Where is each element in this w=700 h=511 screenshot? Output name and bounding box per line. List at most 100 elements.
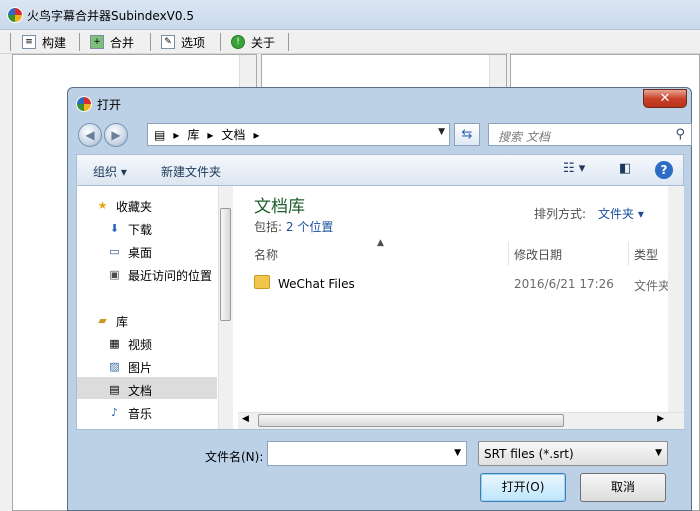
toolbar-separator: [10, 33, 11, 51]
library-title: 文档库: [254, 197, 305, 217]
nav-item-documents[interactable]: ▤ 文档: [107, 380, 152, 400]
address-row: ◀ ▶ ▤ ▸ 库 ▸ 文档 ▸ ▼ ⇆ 搜索 文档 ⚲: [76, 122, 692, 148]
nav-libraries-label: 库: [116, 314, 129, 329]
search-input[interactable]: 搜索 文档 ⚲: [488, 123, 692, 146]
new-folder-button[interactable]: 新建文件夹: [161, 163, 221, 180]
file-name: WeChat Files: [278, 277, 355, 291]
open-button[interactable]: 打开(O): [480, 473, 566, 502]
nav-favorites-label: 收藏夹: [116, 199, 153, 214]
about-button[interactable]: ! 关于: [227, 32, 279, 52]
breadcrumb-libraries[interactable]: 库: [187, 126, 199, 143]
file-type-filter[interactable]: SRT files (*.srt) ▼: [478, 441, 668, 466]
nav-item-pictures[interactable]: ▨ 图片: [107, 357, 152, 377]
open-file-dialog: 打开 ✕ ◀ ▶ ▤ ▸ 库 ▸ 文档 ▸ ▼ ⇆ 搜索 文档 ⚲ 组织 ▾ 新…: [67, 87, 692, 511]
nav-item-desktop[interactable]: ▭ 桌面: [107, 242, 152, 262]
nav-item-recent-places[interactable]: ▣ 最近访问的位置: [107, 265, 212, 285]
info-icon: !: [231, 35, 245, 49]
cancel-button[interactable]: 取消: [580, 473, 666, 502]
view-options-icon[interactable]: ☷ ▾: [563, 161, 585, 176]
nav-item-label: 文档: [128, 383, 153, 398]
picture-icon: ▨: [109, 360, 120, 373]
app-titlebar: 火鸟字幕合并器SubindexV0.5: [0, 0, 700, 30]
app-toolbar: ≡ 构建 + 合并 ✎ 选项 ! 关于: [0, 30, 700, 54]
nav-scrollbar-thumb[interactable]: [220, 208, 231, 321]
command-bar: 组织 ▾ 新建文件夹 ☷ ▾ ◧ ?: [76, 154, 684, 185]
nav-item-label: 视频: [128, 337, 153, 352]
organize-button[interactable]: 组织 ▾: [93, 163, 127, 180]
video-icon: ▦: [109, 337, 120, 350]
folder-path-icon: ▤: [154, 127, 166, 142]
build-button[interactable]: ≡ 构建: [18, 32, 70, 52]
column-header-modified[interactable]: 修改日期: [514, 246, 562, 266]
document-icon: ≡: [22, 35, 36, 49]
horizontal-scrollbar-thumb[interactable]: [258, 414, 564, 427]
toolbar-separator: [150, 33, 151, 51]
about-label: 关于: [251, 35, 276, 50]
address-dropdown-icon[interactable]: ▼: [438, 127, 445, 137]
build-label: 构建: [42, 35, 67, 50]
file-type-filter-value: SRT files (*.srt): [484, 447, 574, 461]
toolbar-separator: [79, 33, 80, 51]
library-includes: 包括: 2 个位置: [254, 218, 333, 235]
options-label: 选项: [181, 35, 206, 50]
options-icon: ✎: [161, 35, 175, 49]
close-button[interactable]: ✕: [643, 89, 687, 108]
dialog-title: 打开: [97, 98, 122, 112]
search-placeholder: 搜索 文档: [498, 130, 550, 144]
recent-places-icon: ▣: [109, 268, 120, 281]
file-list-vertical-scrollbar[interactable]: [668, 186, 684, 412]
nav-item-label: 音乐: [128, 406, 153, 421]
scroll-right-icon[interactable]: ▶: [657, 414, 664, 424]
nav-item-videos[interactable]: ▦ 视频: [107, 334, 152, 354]
scroll-left-icon[interactable]: ◀: [242, 414, 249, 424]
help-button[interactable]: ?: [655, 161, 673, 179]
dialog-body: ★ 收藏夹 ⬇ 下载 ▭ 桌面 ▣ 最近访问的位置 ▰ 库 ▦ 视频 ▨ 图片 …: [76, 185, 684, 430]
options-button[interactable]: ✎ 选项: [157, 32, 209, 52]
filter-dropdown-icon: ▼: [655, 448, 662, 458]
breadcrumb-documents[interactable]: 文档: [221, 126, 245, 143]
forward-button[interactable]: ▶: [104, 123, 128, 147]
merge-icon: +: [90, 35, 104, 49]
merge-button[interactable]: + 合并: [86, 32, 138, 52]
nav-item-label: 最近访问的位置: [128, 268, 213, 283]
filename-label: 文件名(N):: [205, 450, 264, 464]
nav-item-label: 桌面: [128, 245, 153, 260]
desktop-icon: ▭: [109, 245, 120, 258]
star-icon: ★: [97, 199, 108, 212]
nav-libraries[interactable]: ▰ 库: [95, 311, 128, 331]
column-divider[interactable]: [508, 242, 509, 266]
column-header-type[interactable]: 类型: [634, 246, 658, 266]
breadcrumb-arrow-icon: ▸: [253, 127, 260, 142]
merge-label: 合并: [110, 35, 135, 50]
file-modified: 2016/6/21 17:26: [514, 277, 614, 291]
refresh-button[interactable]: ⇆: [454, 123, 480, 146]
library-locations-link[interactable]: 2 个位置: [286, 220, 333, 234]
breadcrumb-arrow-icon: ▸: [173, 127, 180, 142]
file-type: 文件夹: [634, 279, 671, 293]
navigation-pane: ★ 收藏夹 ⬇ 下载 ▭ 桌面 ▣ 最近访问的位置 ▰ 库 ▦ 视频 ▨ 图片 …: [77, 186, 233, 429]
toolbar-separator: [288, 33, 289, 51]
toolbar-separator: [220, 33, 221, 51]
nav-favorites[interactable]: ★ 收藏夹: [95, 196, 152, 216]
sort-ascending-icon: ▲: [377, 238, 384, 248]
music-icon: ♪: [110, 406, 119, 419]
nav-item-label: 下载: [128, 222, 153, 237]
dialog-logo-icon: [76, 96, 92, 112]
preview-pane-icon[interactable]: ◧: [619, 161, 631, 176]
download-icon: ⬇: [109, 222, 120, 235]
filename-input[interactable]: ▼: [267, 441, 467, 466]
column-divider[interactable]: [628, 242, 629, 266]
filename-dropdown-icon[interactable]: ▼: [454, 448, 461, 458]
arrange-by-label: 排列方式:: [534, 207, 587, 221]
address-bar[interactable]: ▤ ▸ 库 ▸ 文档 ▸ ▼: [147, 123, 450, 146]
nav-item-downloads[interactable]: ⬇ 下载: [107, 219, 152, 239]
search-icon[interactable]: ⚲: [675, 127, 685, 142]
app-logo-icon: [7, 7, 23, 23]
nav-item-music[interactable]: ♪ 音乐: [107, 403, 152, 423]
file-list-pane: 文档库 包括: 2 个位置 排列方式: 文件夹 ▾ 名称 ▲ 修改日期 类型 W…: [238, 186, 684, 429]
arrange-by-dropdown[interactable]: 文件夹 ▾: [598, 205, 644, 222]
back-button[interactable]: ◀: [78, 123, 102, 147]
library-includes-label: 包括:: [254, 220, 283, 234]
column-header-name[interactable]: 名称: [254, 246, 278, 266]
library-icon: ▰: [98, 314, 107, 327]
